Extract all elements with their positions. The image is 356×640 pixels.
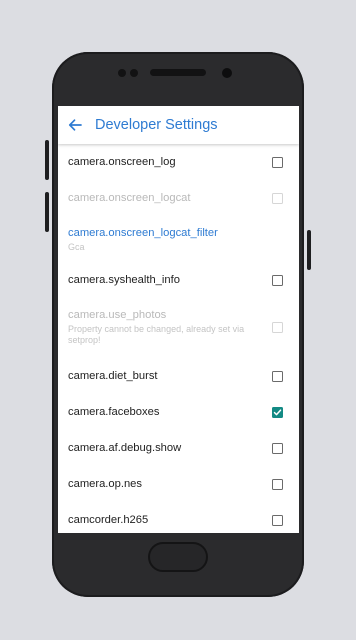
setting-row-onscreen-log[interactable]: camera.onscreen_log [58,144,299,180]
setting-label: camera.af.debug.show [68,442,182,454]
setting-row-onscreen-logcat-filter[interactable]: camera.onscreen_logcat_filter Gca [58,216,299,264]
setting-row-faceboxes[interactable]: camera.faceboxes [58,394,299,430]
setting-summary: Property cannot be changed, already set … [68,323,245,345]
setting-label: camera.faceboxes [68,406,160,418]
setting-row-onscreen-logcat: camera.onscreen_logcat [58,180,299,216]
earpiece-speaker [150,69,206,76]
setting-label: camera.use_photos [68,308,167,321]
setting-label: camera.onscreen_log [68,156,176,168]
setting-summary: Gca [68,242,85,252]
volume-down-button [45,192,49,232]
setting-label: camera.onscreen_logcat [68,192,191,204]
setting-row-diet-burst[interactable]: camera.diet_burst [58,358,299,394]
checkmark-icon [273,408,282,415]
volume-up-button [45,140,49,180]
front-camera [222,68,232,78]
checkbox[interactable] [272,478,283,490]
checkbox[interactable] [272,442,283,454]
setting-row-syshealth-info[interactable]: camera.syshealth_info [58,264,299,296]
arrow-left-icon[interactable] [67,117,83,133]
power-button [307,230,311,270]
checkbox-checked[interactable] [272,406,283,418]
setting-row-use-photos: camera.use_photos Property cannot be cha… [58,296,299,358]
sensor-dot [118,69,126,77]
checkbox[interactable] [272,370,283,382]
home-button[interactable] [148,542,208,572]
setting-label: camera.onscreen_logcat_filter [68,227,218,239]
setting-label: camcorder.h265 [68,514,149,526]
checkbox[interactable] [272,274,283,286]
settings-list: camera.onscreen_log camera.onscreen_logc… [58,144,299,533]
checkbox [272,192,283,204]
setting-row-af-debug-show[interactable]: camera.af.debug.show [58,430,299,466]
sensor-dot [130,69,138,77]
setting-label: camera.syshealth_info [68,274,180,286]
checkbox[interactable] [272,514,283,526]
checkbox [272,321,283,333]
page-title: Developer Settings [95,117,218,133]
screen: Developer Settings camera.onscreen_log c… [58,106,299,533]
setting-row-camcorder-h265[interactable]: camcorder.h265 [58,502,299,533]
checkbox[interactable] [272,156,283,168]
setting-label: camera.diet_burst [68,370,158,382]
setting-row-op-nes[interactable]: camera.op.nes [58,466,299,502]
app-bar: Developer Settings [58,106,299,144]
setting-label: camera.op.nes [68,478,143,490]
